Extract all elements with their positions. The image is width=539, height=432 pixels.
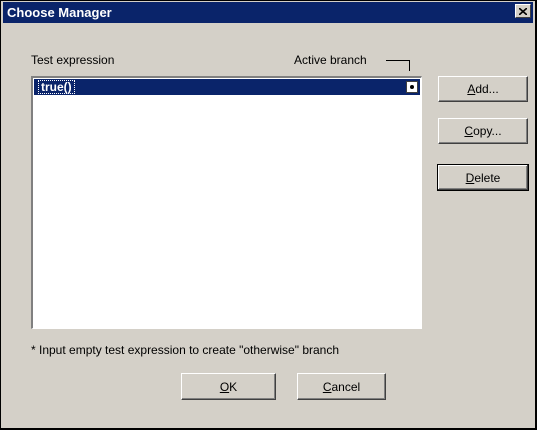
- test-expression-label: Test expression: [31, 53, 115, 67]
- active-branch-bracket: [386, 60, 410, 71]
- list-item[interactable]: true(): [34, 79, 420, 95]
- window-title: Choose Manager: [7, 5, 112, 20]
- ok-button-label: OK: [219, 379, 238, 394]
- add-button-label: Add...: [467, 82, 499, 96]
- radio-dot: [410, 85, 414, 89]
- active-branch-label: Active branch: [294, 53, 367, 67]
- cancel-button[interactable]: Cancel: [297, 373, 386, 400]
- delete-button-label: Delete: [465, 170, 501, 185]
- choose-manager-dialog: Choose Manager Test expression Active br…: [0, 0, 537, 430]
- radio-selected-icon[interactable]: [406, 81, 418, 93]
- copy-button-label: Copy...: [464, 124, 502, 138]
- delete-button[interactable]: Delete: [437, 164, 529, 191]
- hint-text: * Input empty test expression to create …: [31, 343, 340, 357]
- ok-button[interactable]: OK: [181, 373, 276, 400]
- close-button[interactable]: [515, 4, 531, 18]
- close-icon: [519, 7, 527, 15]
- add-button[interactable]: Add...: [438, 76, 528, 102]
- copy-button[interactable]: Copy...: [438, 118, 528, 144]
- branch-list[interactable]: true(): [31, 76, 422, 329]
- cancel-button-label: Cancel: [322, 379, 361, 394]
- title-bar[interactable]: Choose Manager: [3, 2, 533, 23]
- test-expression-value[interactable]: true(): [38, 80, 75, 94]
